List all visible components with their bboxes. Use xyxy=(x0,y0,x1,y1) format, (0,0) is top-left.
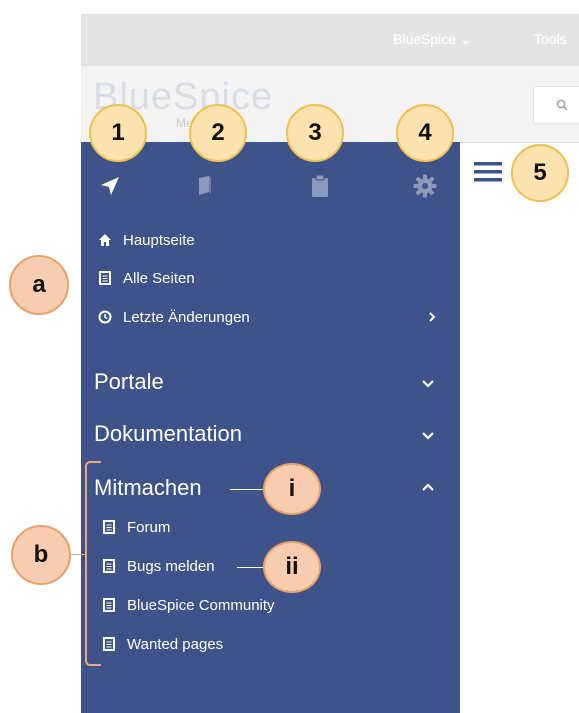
clipboard-icon xyxy=(312,175,328,197)
callout-i: i xyxy=(263,463,321,515)
callout-1: 1 xyxy=(89,104,147,162)
callout-4: 4 xyxy=(396,104,454,162)
mitmachen-item-forum[interactable]: Forum xyxy=(101,516,170,538)
section-mitmachen[interactable]: Mitmachen xyxy=(94,475,202,501)
tools-menu[interactable]: Tools xyxy=(534,31,567,47)
callout-ii-connector xyxy=(237,567,263,568)
hamburger-menu-icon[interactable] xyxy=(474,160,504,184)
item-label: Bugs melden xyxy=(127,557,215,575)
mitmachen-bracket xyxy=(85,461,101,666)
top-navigation-bar: BlueSpice ⌄ Tools xyxy=(81,14,579,66)
chevron-up-icon[interactable] xyxy=(420,479,436,495)
search-icon xyxy=(556,99,568,111)
page-icon xyxy=(101,558,117,574)
mitmachen-item-bluespice-community[interactable]: BlueSpice Community xyxy=(101,594,275,616)
tab-clipboard[interactable] xyxy=(305,170,335,202)
section-portale[interactable]: Portale xyxy=(94,369,164,395)
nav-item-label: Alle Seiten xyxy=(123,269,195,287)
nav-item-hauptseite[interactable]: Hauptseite xyxy=(97,229,195,251)
tab-book[interactable] xyxy=(190,170,220,202)
nav-item-label: Letzte Änderungen xyxy=(123,308,250,326)
clock-icon xyxy=(97,309,113,325)
chevron-down-icon[interactable] xyxy=(420,428,436,444)
tab-settings[interactable] xyxy=(410,170,440,202)
page-icon xyxy=(97,270,113,286)
nav-item-label: Hauptseite xyxy=(123,231,195,249)
item-label: Wanted pages xyxy=(127,635,224,653)
item-label: Forum xyxy=(127,518,171,536)
search-input[interactable] xyxy=(533,86,579,124)
home-icon xyxy=(97,232,113,248)
page-icon xyxy=(101,519,117,535)
gear-icon xyxy=(413,174,437,198)
page-icon xyxy=(101,636,117,652)
callout-a: a xyxy=(9,255,69,315)
callout-ii: ii xyxy=(263,541,321,593)
callout-3: 3 xyxy=(286,104,344,162)
sidebar: Hauptseite Alle Seiten Letzte Änderungen… xyxy=(81,142,460,713)
chevron-down-icon[interactable] xyxy=(420,376,436,392)
callout-i-connector xyxy=(230,489,263,490)
mitmachen-item-wanted-pages[interactable]: Wanted pages xyxy=(101,633,223,655)
nav-item-letzte-aenderungen[interactable]: Letzte Änderungen xyxy=(97,306,437,328)
section-dokumentation[interactable]: Dokumentation xyxy=(94,421,242,447)
callout-5: 5 xyxy=(511,144,569,202)
nav-item-alle-seiten[interactable]: Alle Seiten xyxy=(97,267,195,289)
item-label: BlueSpice Community xyxy=(127,596,275,614)
callout-b-connector xyxy=(69,554,85,555)
navigation-arrow-icon xyxy=(101,177,119,195)
book-icon xyxy=(199,176,211,195)
mitmachen-item-bugs-melden[interactable]: Bugs melden xyxy=(101,555,215,577)
chevron-right-icon xyxy=(429,312,436,322)
callout-b: b xyxy=(11,525,71,585)
page-icon xyxy=(101,597,117,613)
bluespice-menu[interactable]: BlueSpice ⌄ xyxy=(393,31,472,48)
callout-2: 2 xyxy=(189,104,247,162)
tab-navigation[interactable] xyxy=(95,170,125,202)
